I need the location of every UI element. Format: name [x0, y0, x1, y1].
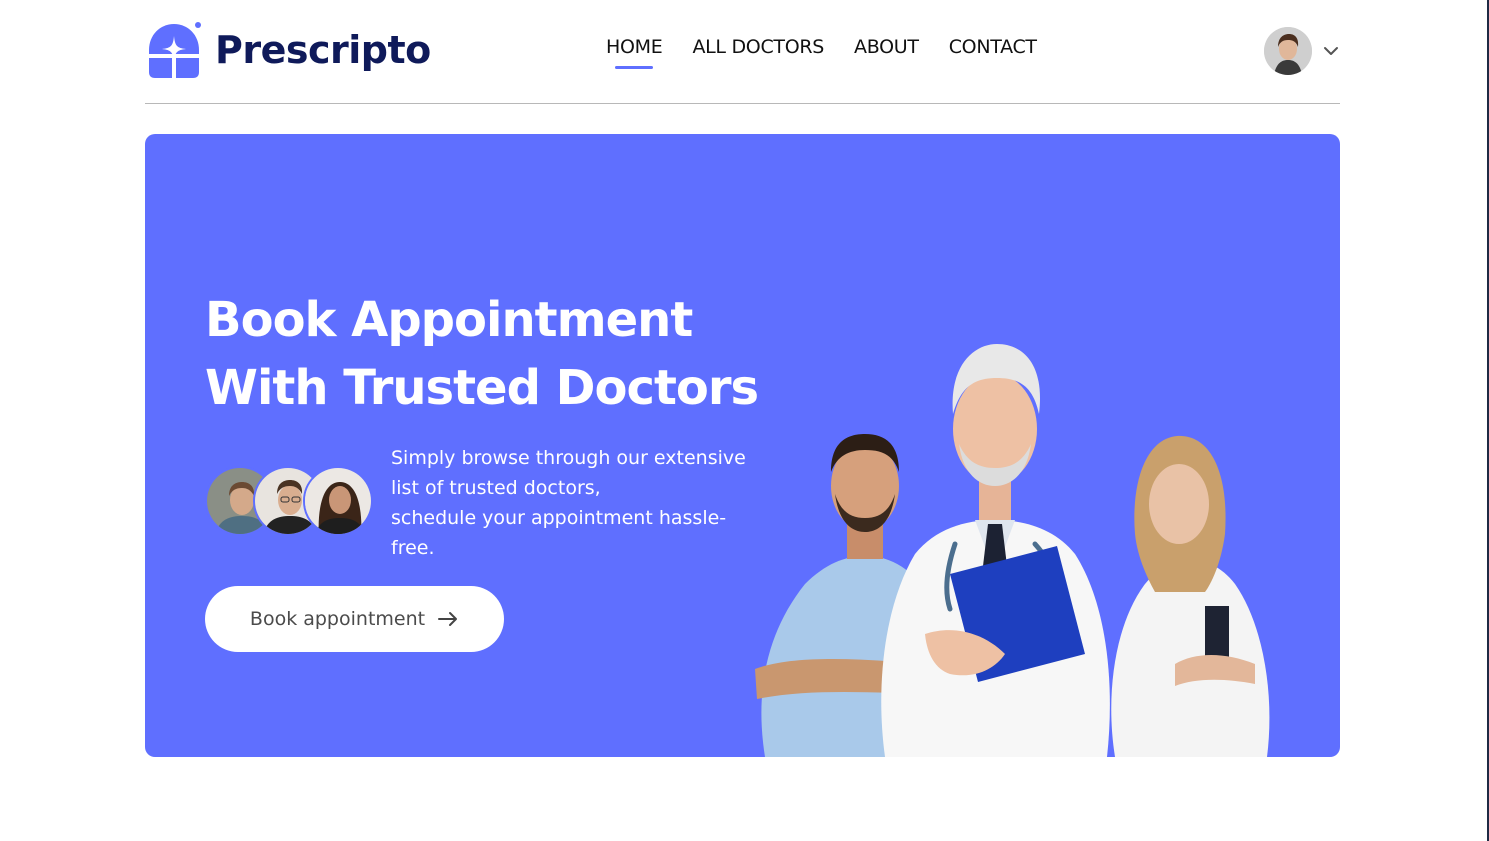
hero-desc-line: schedule your appointment hassle- [391, 507, 727, 529]
nav-about[interactable]: ABOUT [854, 36, 919, 68]
hero-desc-line: Simply browse through our extensive [391, 447, 746, 469]
book-appointment-button[interactable]: Book appointment [205, 586, 504, 652]
arrow-right-icon [438, 612, 458, 626]
hero-title: Book Appointment With Trusted Doctors [205, 286, 765, 422]
doctor-group-avatars [205, 466, 375, 538]
main-nav: HOME ALL DOCTORS ABOUT CONTACT [606, 36, 1037, 68]
hero-description: Simply browse through our extensive list… [391, 443, 751, 563]
hero-banner: Book Appointment With Trusted Doctors Si… [145, 134, 1340, 757]
doctor-center [881, 344, 1110, 757]
site-header: Prescripto HOME ALL DOCTORS ABOUT CONTAC… [145, 0, 1340, 104]
nav-all-doctors[interactable]: ALL DOCTORS [692, 36, 824, 68]
logo-icon [149, 22, 201, 78]
profile-menu[interactable] [1264, 27, 1340, 75]
book-appointment-label: Book appointment [249, 608, 426, 630]
nav-contact[interactable]: CONTACT [949, 36, 1037, 68]
nav-home[interactable]: HOME [606, 36, 663, 68]
hero-desc-line: free. [391, 537, 435, 559]
hero-title-line: With Trusted Doctors [205, 360, 759, 416]
doctors-illustration [755, 344, 1270, 757]
hero-title-line: Book Appointment [205, 292, 693, 348]
avatar-image [1264, 27, 1312, 75]
hero-desc-line: list of trusted doctors, [391, 477, 601, 499]
logo[interactable]: Prescripto [145, 20, 431, 80]
brand-name: Prescripto [215, 28, 431, 72]
chevron-down-icon[interactable] [1322, 42, 1340, 60]
doctor-right [1111, 435, 1270, 757]
group-avatar [303, 466, 373, 536]
user-avatar[interactable] [1264, 27, 1312, 75]
